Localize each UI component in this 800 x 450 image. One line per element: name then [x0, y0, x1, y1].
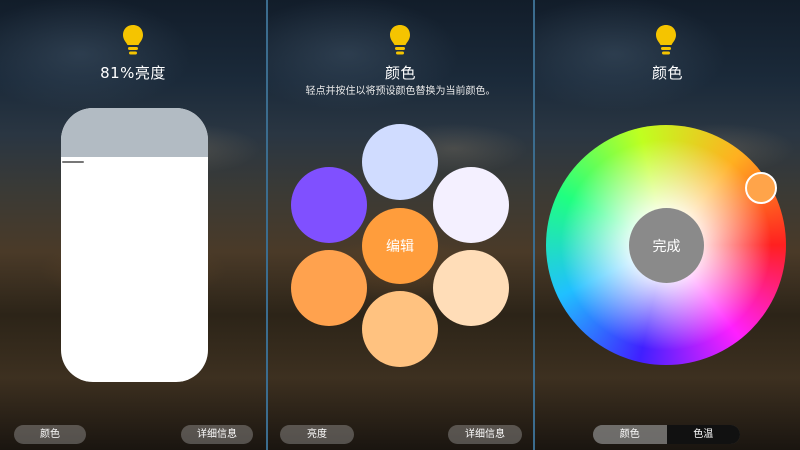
details-button[interactable]: 详细信息	[448, 425, 522, 444]
lightbulb-icon	[655, 24, 677, 58]
segment-color[interactable]: 颜色	[593, 425, 667, 444]
color-wheel-handle[interactable]	[745, 172, 777, 204]
preset-color-swatch[interactable]	[362, 124, 438, 200]
brightness-title: 81%亮度	[100, 64, 166, 82]
edit-label: 编辑	[386, 239, 414, 255]
lightbulb-icon	[122, 24, 144, 58]
preset-color-swatch[interactable]	[362, 291, 438, 367]
color-mode-segmented-control: 颜色 色温	[593, 425, 740, 444]
preset-color-swatch[interactable]	[291, 250, 367, 326]
done-button[interactable]: 完成	[629, 208, 704, 283]
lightbulb-icon	[389, 24, 411, 58]
color-title: 颜色	[384, 64, 416, 82]
color-presets-panel: 颜色 轻点并按住以将预设颜色替换为当前颜色。 编辑 亮度 详细信息	[268, 0, 533, 450]
preset-color-swatch[interactable]	[433, 167, 509, 243]
color-instructions: 轻点并按住以将预设颜色替换为当前颜色。	[305, 86, 496, 97]
edit-color-swatch[interactable]: 编辑	[362, 208, 438, 284]
brightness-button[interactable]: 亮度	[280, 425, 354, 444]
slider-grip-line	[62, 161, 84, 163]
brightness-slider[interactable]	[61, 108, 208, 382]
segment-color-temperature[interactable]: 色温	[666, 425, 740, 444]
brightness-panel: 81%亮度 颜色 详细信息	[0, 0, 266, 450]
color-button[interactable]: 颜色	[14, 425, 86, 444]
preset-color-swatch[interactable]	[433, 250, 509, 326]
slider-unfilled-area	[61, 108, 208, 157]
home-light-controls: 81%亮度 颜色 详细信息 颜色 轻点并按住以将预设颜色替换为当前颜色。 编辑 …	[0, 0, 800, 450]
wheel-title: 颜色	[651, 64, 683, 82]
preset-color-swatch[interactable]	[291, 167, 367, 243]
details-button[interactable]: 详细信息	[181, 425, 253, 444]
